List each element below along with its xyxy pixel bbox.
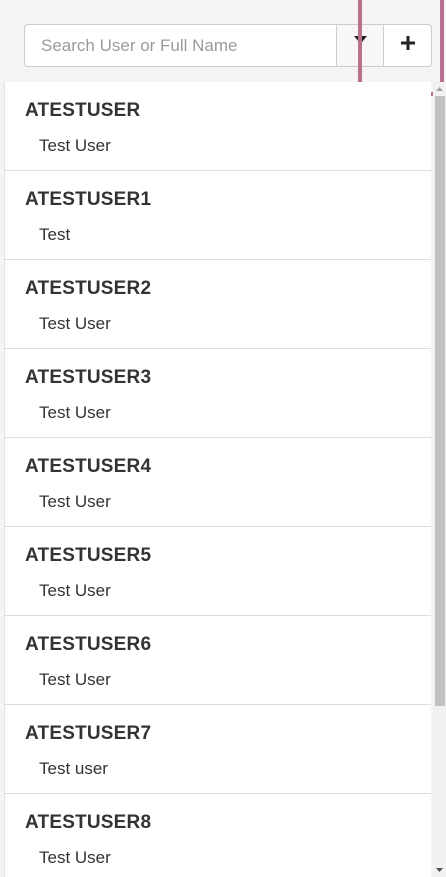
filter-icon — [353, 36, 367, 55]
user-id: ATESTUSER1 — [25, 189, 152, 210]
user-full-name: Test User — [39, 581, 111, 600]
filter-button[interactable] — [336, 24, 384, 67]
user-id: ATESTUSER2 — [25, 278, 152, 299]
user-full-name: Test User — [39, 492, 111, 511]
list-item[interactable]: ATESTUSER Test User — [5, 82, 431, 171]
list-item[interactable]: ATESTUSER8 Test User — [5, 794, 431, 877]
user-full-name: Test User — [39, 136, 111, 155]
scroll-down-arrow-icon[interactable] — [433, 863, 446, 877]
user-list-panel: ATESTUSER Test User ATESTUSER1 Test ATES… — [0, 0, 446, 877]
plus-icon — [400, 36, 415, 55]
search-toolbar — [0, 0, 446, 82]
add-user-button[interactable] — [384, 24, 432, 67]
search-input[interactable] — [24, 24, 336, 67]
user-full-name: Test User — [39, 403, 111, 422]
user-id: ATESTUSER5 — [25, 545, 152, 566]
user-id: ATESTUSER3 — [25, 367, 152, 388]
user-id: ATESTUSER8 — [25, 812, 152, 833]
user-full-name: Test User — [39, 670, 111, 689]
list-item[interactable]: ATESTUSER7 Test user — [5, 705, 431, 794]
user-id: ATESTUSER — [25, 100, 141, 121]
scroll-up-arrow-icon[interactable] — [433, 82, 446, 96]
user-id: ATESTUSER6 — [25, 634, 152, 655]
list-item[interactable]: ATESTUSER5 Test User — [5, 527, 431, 616]
user-full-name: Test user — [39, 759, 108, 778]
list-item[interactable]: ATESTUSER1 Test — [5, 171, 431, 260]
search-group — [24, 24, 432, 67]
user-full-name: Test User — [39, 314, 111, 333]
vertical-scrollbar[interactable] — [433, 82, 446, 877]
list-item[interactable]: ATESTUSER4 Test User — [5, 438, 431, 527]
list-item[interactable]: ATESTUSER3 Test User — [5, 349, 431, 438]
user-id: ATESTUSER4 — [25, 456, 152, 477]
list-item[interactable]: ATESTUSER2 Test User — [5, 260, 431, 349]
user-full-name: Test User — [39, 848, 111, 867]
scrollbar-thumb[interactable] — [435, 96, 445, 706]
user-list: ATESTUSER Test User ATESTUSER1 Test ATES… — [4, 82, 431, 877]
list-item[interactable]: ATESTUSER6 Test User — [5, 616, 431, 705]
user-id: ATESTUSER7 — [25, 723, 152, 744]
user-full-name: Test — [39, 225, 71, 244]
